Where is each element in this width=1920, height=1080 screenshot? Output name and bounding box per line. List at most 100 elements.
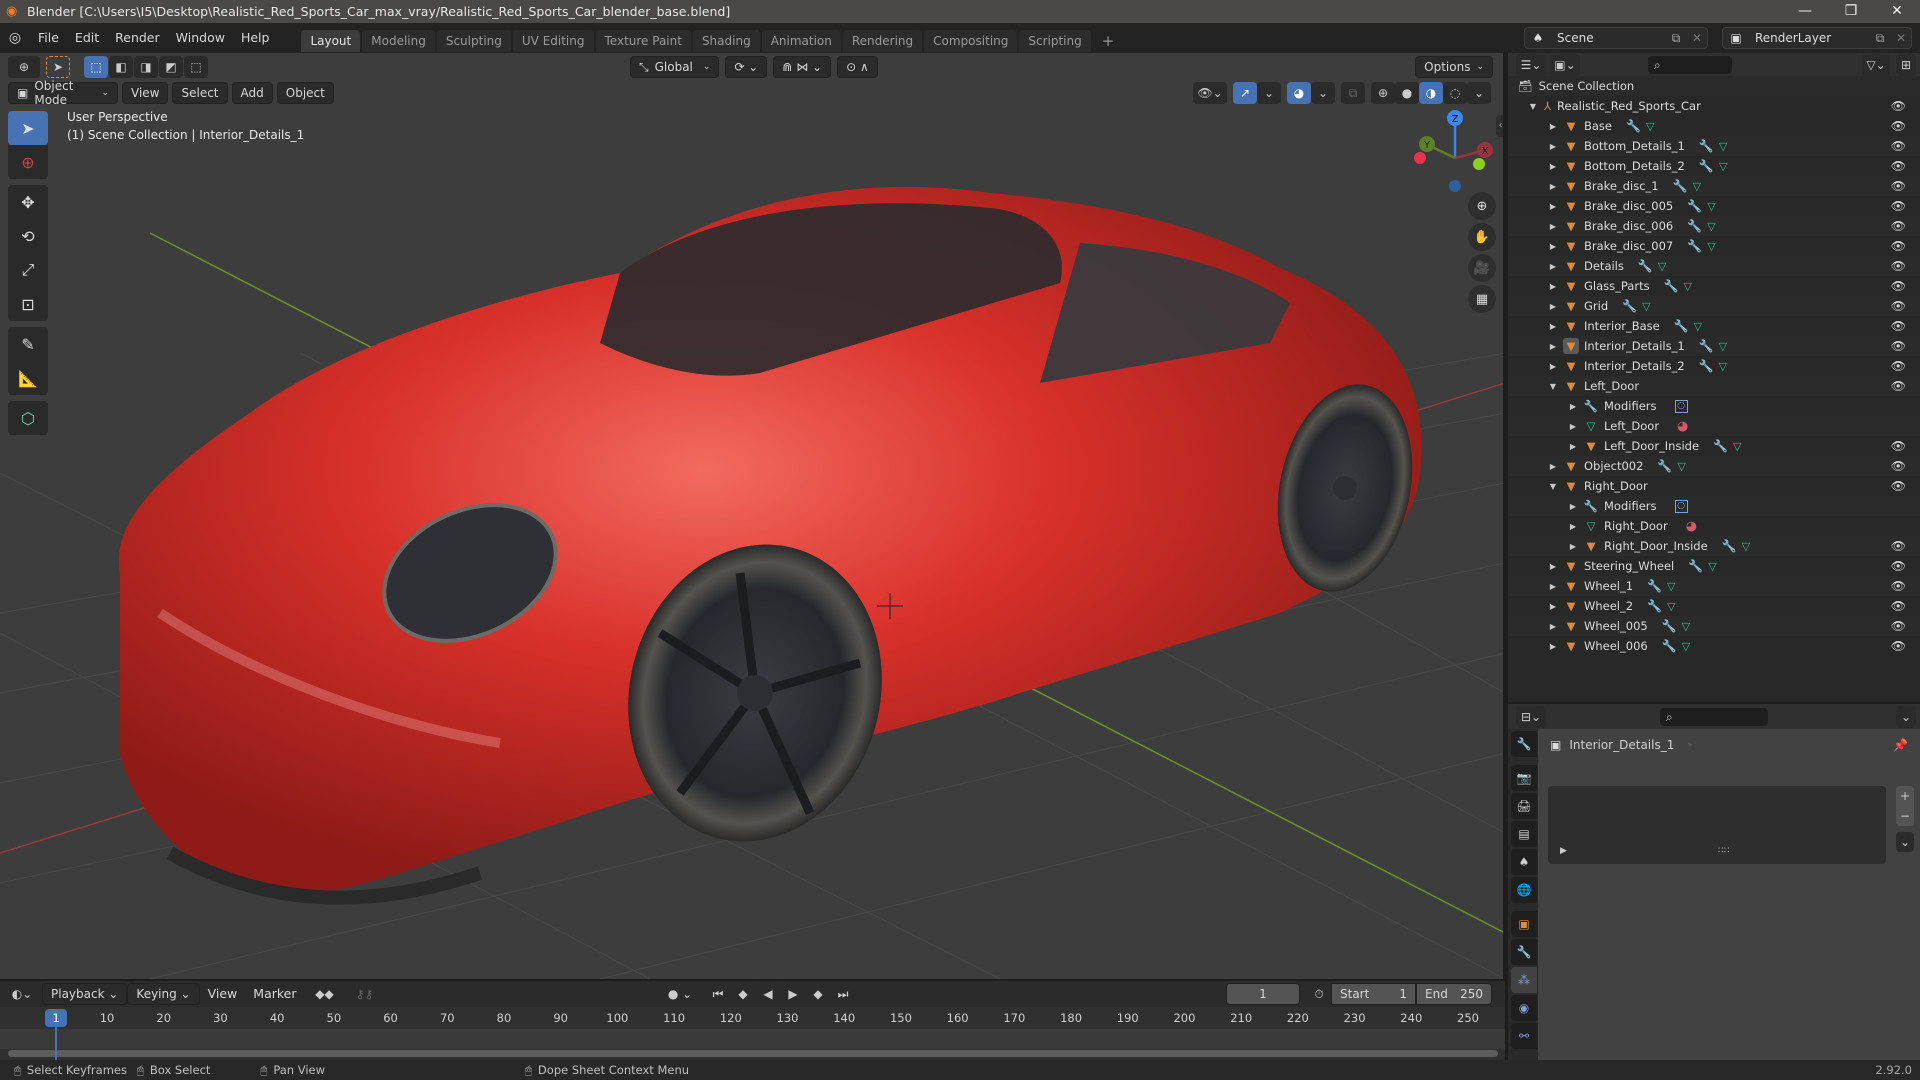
world-tab-icon[interactable]: 🌐 <box>1511 877 1537 903</box>
mesh-data-icon[interactable]: ▽ <box>1646 120 1654 133</box>
menu-select[interactable]: Select <box>172 82 228 104</box>
visibility-eye-icon[interactable]: 👁 <box>1891 199 1906 213</box>
modifier-icon[interactable]: 🔧 <box>1688 559 1703 573</box>
proportional-editing-toggle[interactable]: ⊙ ∧ <box>837 56 878 78</box>
rotate-tool-icon[interactable]: ⟲ <box>8 219 48 253</box>
tab-scripting[interactable]: Scripting <box>1019 30 1091 52</box>
modifier-icon[interactable]: 🔧 <box>1722 539 1737 553</box>
outliner-item[interactable]: ▶ ▼ Brake_disc_005 🔧 ▽ 👁 <box>1508 196 1920 216</box>
close-button[interactable]: ✕ <box>1874 0 1920 23</box>
annotate-tool-icon[interactable]: ✎ <box>8 327 48 361</box>
outliner-item[interactable]: ▶ ▼ Right_Door_Inside 🔧 ▽ 👁 <box>1508 536 1920 556</box>
visibility-eye-icon[interactable]: 👁 <box>1891 219 1906 233</box>
expand-triangle-icon[interactable]: ▶ <box>1548 282 1558 291</box>
properties-options-dropdown[interactable]: ⌄ <box>1896 705 1916 728</box>
mesh-data-icon[interactable]: ▽ <box>1693 180 1701 193</box>
tab-compositing[interactable]: Compositing <box>924 30 1018 52</box>
outliner-item[interactable]: ▶ ▼ Grid 🔧 ▽ 👁 <box>1508 296 1920 316</box>
mesh-data-icon[interactable]: ▽ <box>1707 220 1715 233</box>
expand-triangle-icon[interactable]: ▶ <box>1548 122 1558 131</box>
visibility-eye-icon[interactable]: 👁 <box>1891 539 1906 553</box>
scene-selector[interactable]: ♠ Scene ⧉ ✕ <box>1524 27 1708 49</box>
playback-menu[interactable]: Playback ⌄ <box>42 983 128 1005</box>
new-collection-icon[interactable]: ⊞ <box>1896 53 1916 76</box>
menu-edit[interactable]: Edit <box>67 23 107 53</box>
outliner-item[interactable]: ▶ ▼ Base 🔧 ▽ 👁 <box>1508 116 1920 136</box>
tab-shading[interactable]: Shading <box>692 30 760 52</box>
tool-tab-icon[interactable]: 🔧 <box>1511 731 1537 757</box>
visibility-eye-icon[interactable]: 👁 <box>1891 479 1906 493</box>
timeline-scrollbar[interactable] <box>8 1050 1498 1057</box>
select-extend-icon[interactable]: ◧ <box>109 56 133 78</box>
outliner-item[interactable]: ▶ ▼ Interior_Base 🔧 ▽ 👁 <box>1508 316 1920 336</box>
view-layer-selector[interactable]: ▣ RenderLayer ⧉ ✕ <box>1722 27 1912 49</box>
visibility-eye-icon[interactable]: 👁 <box>1891 339 1906 353</box>
menu-add[interactable]: Add <box>231 82 273 104</box>
pin-icon[interactable]: 📌 <box>1893 738 1908 752</box>
modifier-icon[interactable]: 🔧 <box>1647 579 1662 593</box>
measure-tool-icon[interactable]: 📐 <box>8 361 48 395</box>
mesh-data-icon[interactable]: ▽ <box>1667 580 1675 593</box>
mesh-data-icon[interactable]: ▽ <box>1719 360 1727 373</box>
modifier-icon[interactable]: 🔧 <box>1687 219 1702 233</box>
outliner-item[interactable]: ▶ ▼ Details 🔧 ▽ 👁 <box>1508 256 1920 276</box>
outliner-item[interactable]: ▶ ▼ Brake_disc_007 🔧 ▽ 👁 <box>1508 236 1920 256</box>
mesh-data-icon[interactable]: ▽ <box>1677 460 1685 473</box>
outliner-item[interactable]: ▶ ▼ Object002 🔧 ▽ 👁 <box>1508 456 1920 476</box>
tab-sculpting[interactable]: Sculpting <box>436 30 511 52</box>
visibility-eye-icon[interactable]: 👁 <box>1891 319 1906 333</box>
menu-window[interactable]: Window <box>168 23 233 53</box>
visibility-dropdown[interactable]: 👁⌄ <box>1193 82 1227 104</box>
collapse-triangle-icon[interactable]: ▼ <box>1528 102 1538 111</box>
modifier-icon[interactable]: 🔧 <box>1687 239 1702 253</box>
select-box-tool-icon[interactable]: ➤ <box>8 111 48 145</box>
move-tool-icon[interactable]: ✥ <box>8 185 48 219</box>
expand-triangle-icon[interactable]: ▶ <box>1568 502 1578 511</box>
render-tab-icon[interactable]: 📷 <box>1511 765 1537 791</box>
select-invert-icon[interactable]: ◩ <box>159 56 183 78</box>
expand-triangle-icon[interactable]: ▶ <box>1548 182 1558 191</box>
add-cube-tool-icon[interactable]: ⬡ <box>8 401 48 435</box>
mesh-data-icon[interactable]: ▽ <box>1682 620 1690 633</box>
mesh-data-icon[interactable]: ▽ <box>1719 140 1727 153</box>
duplicate-scene-icon[interactable]: ⧉ <box>1665 31 1687 46</box>
mesh-data-icon[interactable]: ▽ <box>1642 300 1650 313</box>
expand-triangle-icon[interactable]: ▶ <box>1568 542 1578 551</box>
filter-dropdown[interactable]: ▽⌄ <box>1862 53 1890 76</box>
outliner-item[interactable]: ▶ ▼ Wheel_1 🔧 ▽ 👁 <box>1508 576 1920 596</box>
modifier-icon[interactable]: 🔧 <box>1638 259 1653 273</box>
outliner-item[interactable]: ▼ ▼ Left_Door 👁 <box>1508 376 1920 396</box>
current-frame-field[interactable]: 1 <box>1226 983 1300 1005</box>
xray-toggle-icon[interactable]: ⧉ <box>1341 82 1365 104</box>
gizmo-toggle-icon[interactable]: ↗ <box>1233 82 1257 104</box>
display-mode-dropdown[interactable]: ▣⌄ <box>1550 53 1580 76</box>
maximize-button[interactable]: ❐ <box>1828 0 1874 23</box>
modifier-icon[interactable]: 🔧 <box>1664 279 1679 293</box>
expand-triangle-icon[interactable]: ▶ <box>1548 622 1558 631</box>
visibility-eye-icon[interactable]: 👁 <box>1891 259 1906 273</box>
modifier-icon[interactable]: 🔧 <box>1687 199 1702 213</box>
outliner-item[interactable]: ▶ ▽ Right_Door ◕ <box>1508 516 1920 536</box>
keying-menu[interactable]: Keying ⌄ <box>127 983 200 1005</box>
wireframe-shading-icon[interactable]: ⊕ <box>1371 82 1395 104</box>
scene-collection-row[interactable]: 🗃 Scene Collection <box>1508 76 1920 96</box>
outliner-item[interactable]: ▶ ▼ Brake_disc_1 🔧 ▽ 👁 <box>1508 176 1920 196</box>
modifier-icon[interactable]: 🔧 <box>1699 359 1714 373</box>
list-resize-handle[interactable]: ∷∷ <box>1718 846 1729 856</box>
constraints-tab-icon[interactable]: ⚯ <box>1511 1023 1537 1049</box>
expand-triangle-icon[interactable]: ▶ <box>1548 562 1558 571</box>
modifier-icon[interactable]: 🔧 <box>1622 299 1637 313</box>
playhead-frame-indicator[interactable]: 1 <box>45 1009 67 1027</box>
visibility-eye-icon[interactable]: 👁 <box>1891 99 1906 113</box>
expand-triangle-icon[interactable]: ▶ <box>1560 846 1567 856</box>
mesh-data-icon[interactable]: ▽ <box>1742 540 1750 553</box>
view-layer-name[interactable]: RenderLayer <box>1749 31 1869 45</box>
jump-start-icon[interactable]: ⏮ <box>706 983 730 1005</box>
mode-selector[interactable]: ▣ Object Mode ⌄ <box>8 79 118 107</box>
3d-viewport[interactable]: ⊕ ➤ ⬚ ◧ ◨ ◩ ⬚ ⤡ Global ⌄ ⟳ ⌄ ⋒ ⋈ ⌄ ⊙ ∧ O… <box>0 53 1505 979</box>
visibility-eye-icon[interactable]: 👁 <box>1891 619 1906 633</box>
cursor-tool-icon[interactable]: ⊕ <box>8 145 48 179</box>
view-layer-tab-icon[interactable]: ▤ <box>1511 821 1537 847</box>
timeline-marker-menu[interactable]: Marker <box>245 981 304 1007</box>
particle-system-list[interactable]: ▶ ∷∷ <box>1548 786 1886 864</box>
